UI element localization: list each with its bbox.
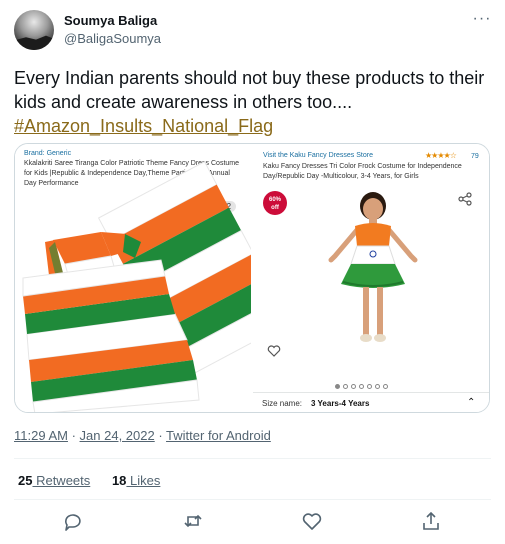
tweet-time[interactable]: 11:29 AM (14, 428, 68, 443)
action-bar (0, 510, 505, 534)
product-title-frock: Kaku Fancy Dresses Tri Color Frock Costu… (263, 163, 462, 180)
tweet: Soumya Baliga @BaligaSoumya ··· Every In… (0, 0, 505, 544)
divider (14, 458, 491, 459)
engagement-stats: 25 Retweets 18 Likes (18, 473, 160, 488)
retweets-label: Retweets (32, 473, 91, 488)
carousel-dot (359, 384, 364, 389)
rating-stars: ★★★★☆ (425, 151, 457, 160)
media-image-frock[interactable]: Visit the Kaku Fancy Dresses Store ★★★★☆… (253, 144, 489, 412)
share-tweet-icon[interactable] (420, 510, 442, 532)
hashtag-link[interactable]: #Amazon_Insults_National_Flag (14, 116, 273, 136)
tweet-meta: 11:29 AM · Jan 24, 2022 · Twitter for An… (14, 428, 271, 443)
likes-link[interactable]: 18 Likes (112, 473, 160, 488)
chevron-up-icon: ⌃ (467, 397, 476, 408)
carousel-dot (335, 384, 340, 389)
media-grid[interactable]: Brand: Generic Kkalakriti Saree Tiranga … (14, 143, 490, 413)
meta-separator: · (67, 428, 80, 443)
tweet-date[interactable]: Jan 24, 2022 (80, 428, 155, 443)
retweet-icon[interactable] (182, 510, 204, 532)
likes-count: 18 (111, 473, 127, 488)
tweet-text: Every Indian parents should not buy thes… (14, 66, 494, 138)
carousel-dot (383, 384, 388, 389)
reply-icon[interactable] (62, 510, 84, 532)
girl-in-frock-illustration (328, 192, 418, 342)
divider (14, 499, 491, 500)
saree-illustration (22, 160, 251, 412)
carousel-dots (335, 376, 391, 389)
size-value: 3 Years-4 Years (311, 399, 370, 408)
size-selector: Size name: 3 Years-4 Years ⌃ (253, 392, 489, 412)
media-image-saree[interactable]: Brand: Generic Kkalakriti Saree Tiranga … (15, 144, 251, 412)
rating-count: 79 (471, 153, 479, 160)
more-options-icon[interactable]: ··· (472, 11, 492, 30)
store-link: Visit the Kaku Fancy Dresses Store (263, 152, 373, 159)
author-name[interactable]: Soumya Baliga (64, 13, 157, 28)
tweet-body: Every Indian parents should not buy thes… (14, 68, 485, 112)
heart-icon (267, 345, 281, 357)
meta-separator-2: · (154, 428, 167, 443)
retweets-count: 25 (18, 473, 33, 488)
retweets-link[interactable]: 25 Retweets (18, 473, 90, 488)
carousel-dot (367, 384, 372, 389)
discount-percent: 60% (268, 197, 281, 203)
carousel-dot (343, 384, 348, 389)
share-icon (458, 192, 472, 206)
tweet-source[interactable]: Twitter for Android (166, 428, 271, 443)
carousel-dot (351, 384, 356, 389)
like-icon[interactable] (301, 510, 323, 532)
author-handle[interactable]: @BaligaSoumya (64, 31, 161, 46)
avatar[interactable] (14, 10, 54, 50)
size-label: Size name: (262, 399, 303, 408)
discount-badge: 60% off (263, 191, 287, 215)
likes-label: Likes (126, 473, 161, 488)
discount-off: off (271, 205, 279, 211)
carousel-dot (375, 384, 380, 389)
